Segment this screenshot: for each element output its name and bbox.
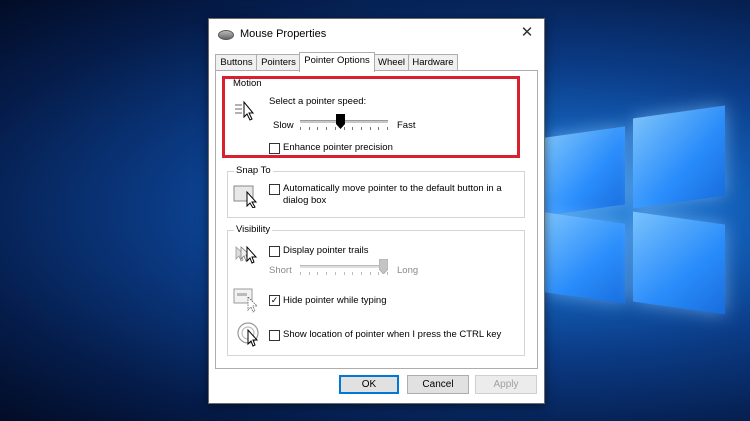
slider-tick [387, 127, 388, 130]
ok-button[interactable]: OK [339, 375, 399, 394]
trails-short-label: Short [269, 265, 292, 276]
hide-pointer-icon [233, 288, 258, 313]
snap-to-label-line1: Automatically move pointer to the defaul… [283, 183, 502, 194]
snap-to-icon [233, 185, 258, 208]
snap-to-group-label: Snap To [234, 165, 273, 176]
pointer-trails-slider[interactable] [300, 259, 388, 281]
slider-tick [309, 272, 310, 275]
slider-tick [344, 272, 345, 275]
apply-button[interactable]: Apply [475, 375, 537, 394]
window-title: Mouse Properties [240, 28, 327, 40]
mouse-icon [218, 30, 234, 40]
close-button[interactable]: ✕ [518, 24, 536, 42]
speed-slider-thumb[interactable] [336, 114, 345, 129]
windows-logo [545, 100, 725, 315]
trails-slider-track [300, 265, 388, 268]
tab-pointers[interactable]: Pointers [256, 54, 301, 71]
slider-tick [335, 272, 336, 275]
slider-tick [352, 272, 353, 275]
slider-tick [378, 127, 379, 130]
cancel-button[interactable]: Cancel [407, 375, 469, 394]
tab-buttons[interactable]: Buttons [215, 54, 258, 71]
enhance-precision-label: Enhance pointer precision [283, 142, 393, 153]
ctrl-locate-checkbox[interactable] [269, 330, 280, 341]
trails-long-label: Long [397, 265, 419, 276]
visibility-group-label: Visibility [234, 224, 273, 235]
slider-tick [370, 272, 371, 275]
pointer-trails-icon [235, 245, 258, 264]
slider-tick [309, 127, 310, 130]
tab-wheel[interactable]: Wheel [373, 54, 410, 71]
tab-pointer-options[interactable]: Pointer Options [299, 52, 375, 72]
pointer-trails-checkbox[interactable] [269, 246, 280, 257]
hide-pointer-checkbox[interactable]: ✓ [269, 295, 280, 306]
slider-tick [326, 127, 327, 130]
slider-tick [352, 127, 353, 130]
slider-tick [361, 127, 362, 130]
hide-pointer-label: Hide pointer while typing [283, 295, 387, 306]
slow-label: Slow [273, 120, 294, 131]
slider-tick [326, 272, 327, 275]
slider-tick [300, 127, 301, 130]
snap-to-checkbox[interactable] [269, 184, 280, 195]
tab-hardware[interactable]: Hardware [408, 54, 458, 71]
pointer-speed-icon [235, 100, 255, 121]
slider-tick [361, 272, 362, 275]
ctrl-locate-label: Show location of pointer when I press th… [283, 329, 502, 340]
fast-label: Fast [397, 120, 416, 131]
pointer-speed-slider[interactable] [300, 114, 388, 136]
slider-tick [317, 272, 318, 275]
slider-tick [317, 127, 318, 130]
snap-to-label-line2: dialog box [283, 195, 327, 206]
pointer-speed-prompt: Select a pointer speed: [269, 96, 367, 107]
slider-tick [300, 272, 301, 275]
pointer-trails-label: Display pointer trails [283, 245, 369, 256]
trails-slider-thumb[interactable] [379, 259, 388, 274]
title-bar[interactable]: Mouse Properties ✕ [209, 19, 544, 49]
enhance-precision-checkbox[interactable] [269, 143, 280, 154]
slider-tick [370, 127, 371, 130]
ctrl-locate-icon [237, 322, 259, 347]
